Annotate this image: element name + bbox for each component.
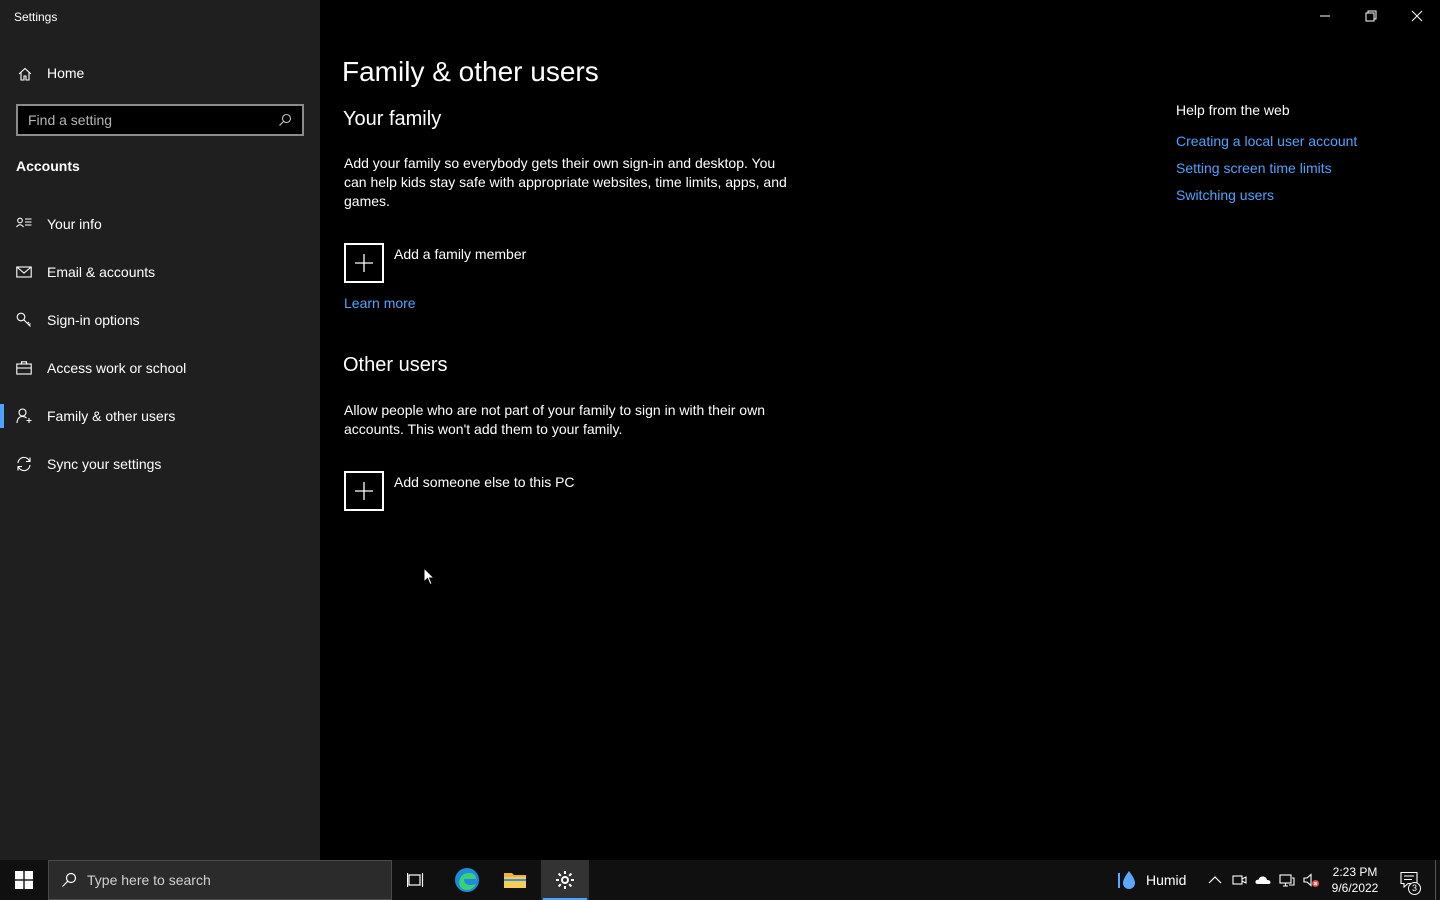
person-card-icon — [16, 217, 32, 228]
help-link-screen-time[interactable]: Setting screen time limits — [1176, 160, 1436, 177]
sidebar: Settings Home Accounts Your info Email &… — [0, 0, 320, 860]
add-box — [344, 243, 384, 283]
page-title: Family & other users — [342, 56, 599, 87]
search-icon[interactable] — [278, 113, 292, 127]
sidebar-item-label: Email & accounts — [47, 264, 156, 280]
add-family-member-label: Add a family member — [394, 246, 527, 262]
other-users-heading: Other users — [343, 354, 448, 376]
home-nav-item[interactable]: Home — [0, 58, 320, 90]
section-label-accounts: Accounts — [16, 158, 80, 174]
windows-logo-icon — [15, 871, 33, 889]
sidebar-item-label: Access work or school — [47, 360, 187, 376]
sidebar-item-label: Family & other users — [47, 408, 176, 424]
find-setting-input[interactable] — [18, 106, 278, 134]
sidebar-item-family-other-users[interactable]: Family & other users — [0, 392, 320, 440]
task-view-button[interactable] — [392, 860, 440, 900]
edge-button[interactable] — [443, 860, 491, 900]
minimize-button[interactable] — [1302, 0, 1348, 32]
help-title: Help from the web — [1176, 102, 1290, 118]
add-family-member-button[interactable]: Add a family member — [344, 243, 664, 283]
action-center-button[interactable]: 3 — [1390, 860, 1430, 900]
notification-count-badge: 3 — [1408, 882, 1421, 895]
clock-time: 2:23 PM — [1332, 865, 1378, 879]
minimize-icon — [1320, 15, 1330, 17]
your-family-description: Add your family so everybody gets their … — [344, 155, 787, 209]
selection-indicator — [0, 404, 4, 428]
search-icon — [62, 872, 77, 887]
other-users-description: Allow people who are not part of your fa… — [344, 402, 765, 437]
edge-icon — [455, 868, 479, 892]
mouse-cursor-icon — [423, 567, 435, 586]
sidebar-item-email-accounts[interactable]: Email & accounts — [0, 248, 320, 296]
meet-now-icon[interactable] — [1231, 872, 1247, 888]
find-setting-box — [16, 104, 304, 136]
chevron-up-icon[interactable] — [1207, 872, 1223, 888]
settings-taskbar-button[interactable] — [541, 860, 589, 900]
learn-more-link[interactable]: Learn more — [344, 295, 416, 311]
plus-icon — [355, 482, 373, 500]
mail-icon — [16, 266, 32, 278]
person-add-icon — [16, 408, 32, 424]
add-someone-else-label: Add someone else to this PC — [394, 474, 575, 490]
sidebar-nav: Your info Email & accounts Sign-in optio… — [0, 200, 320, 488]
plus-icon — [355, 254, 373, 272]
clock-date: 9/6/2022 — [1331, 881, 1379, 895]
folder-icon — [504, 873, 526, 888]
taskbar: Type here to search Humid 2:23 PM 9/6/20… — [0, 860, 1440, 900]
sidebar-item-label: Your info — [47, 216, 102, 232]
home-icon — [18, 67, 32, 81]
sidebar-item-your-info[interactable]: Your info — [0, 200, 320, 248]
help-link-local-account[interactable]: Creating a local user account — [1176, 133, 1436, 150]
main-content: Family & other users Your family Add you… — [320, 0, 1440, 860]
taskbar-search-placeholder: Type here to search — [87, 872, 211, 888]
close-icon — [1411, 10, 1423, 22]
help-from-web: Help from the web Creating a local user … — [1176, 102, 1436, 214]
file-explorer-button[interactable] — [491, 860, 539, 900]
volume-muted-icon[interactable] — [1303, 872, 1319, 888]
close-button[interactable] — [1394, 0, 1440, 32]
onedrive-icon[interactable] — [1255, 872, 1271, 888]
humidity-drop-icon — [1118, 871, 1135, 889]
gear-icon — [556, 871, 574, 889]
home-label: Home — [47, 65, 85, 81]
sync-icon — [17, 456, 31, 472]
network-icon[interactable] — [1279, 872, 1295, 888]
your-family-heading: Your family — [343, 108, 442, 130]
sidebar-item-access-work-school[interactable]: Access work or school — [0, 344, 320, 392]
restore-icon — [1365, 10, 1377, 22]
weather-widget[interactable]: Humid — [1116, 860, 1186, 900]
sidebar-item-sign-in-options[interactable]: Sign-in options — [0, 296, 320, 344]
key-icon — [16, 312, 31, 327]
add-someone-else-button[interactable]: Add someone else to this PC — [344, 471, 664, 511]
restore-button[interactable] — [1348, 0, 1394, 32]
weather-label: Humid — [1146, 872, 1187, 888]
task-view-icon — [407, 873, 424, 887]
show-desktop-button[interactable] — [1435, 860, 1440, 900]
add-box — [344, 471, 384, 511]
help-link-switching-users[interactable]: Switching users — [1176, 187, 1436, 204]
taskbar-search-box[interactable]: Type here to search — [48, 860, 392, 900]
app-title: Settings — [14, 10, 58, 24]
sidebar-item-label: Sign-in options — [47, 312, 140, 328]
sidebar-item-label: Sync your settings — [47, 456, 162, 472]
sidebar-item-sync-settings[interactable]: Sync your settings — [0, 440, 320, 488]
start-button[interactable] — [0, 860, 48, 900]
clock[interactable]: 2:23 PM 9/6/2022 — [1326, 864, 1384, 896]
briefcase-icon — [16, 361, 32, 375]
